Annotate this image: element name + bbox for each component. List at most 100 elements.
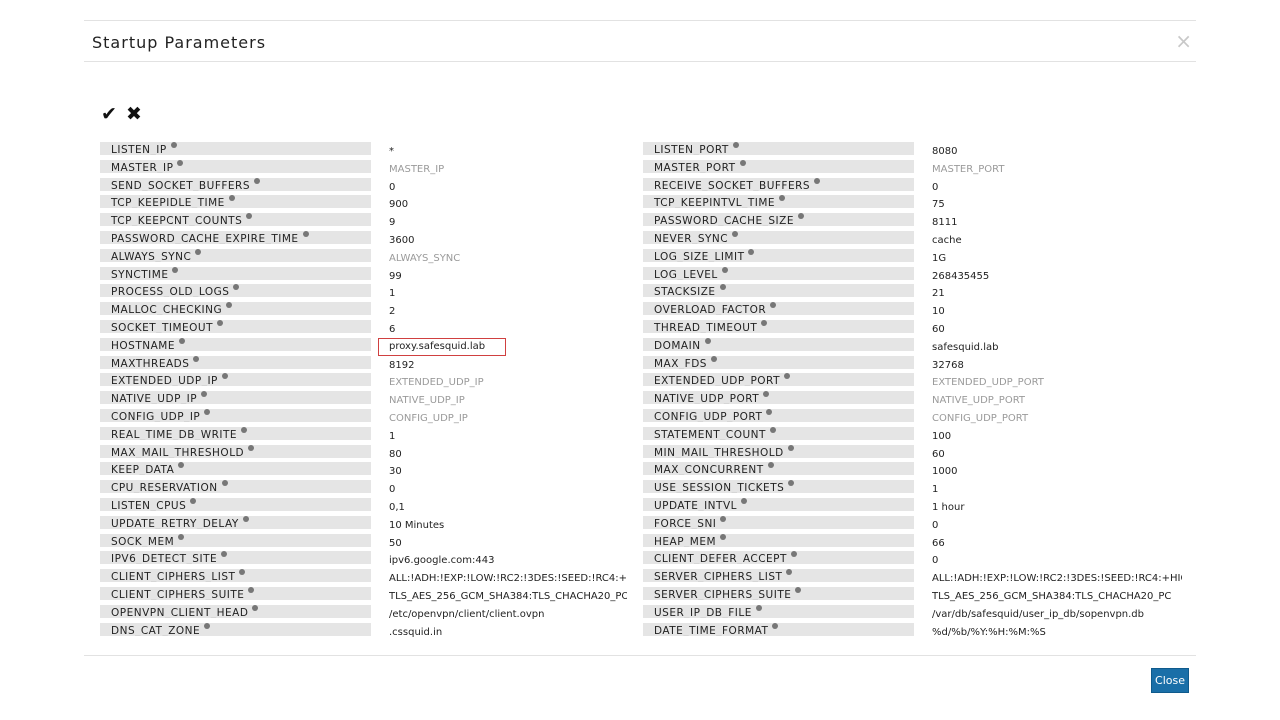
info-icon[interactable] [190, 497, 197, 504]
info-icon[interactable] [228, 195, 235, 202]
info-icon[interactable] [720, 515, 727, 522]
parameter-value[interactable]: 0 [932, 554, 1182, 568]
parameter-value[interactable]: 268435455 [932, 270, 1182, 284]
parameter-value[interactable]: 80 [389, 448, 627, 462]
info-icon[interactable] [242, 515, 249, 522]
parameter-value[interactable]: cache [932, 234, 1182, 248]
info-icon[interactable] [178, 337, 185, 344]
parameter-value[interactable]: CONFIG_UDP_PORT [932, 412, 1182, 426]
info-icon[interactable] [770, 302, 777, 309]
parameter-value[interactable]: .cssquid.in [389, 626, 627, 640]
parameter-value[interactable]: 30 [389, 465, 627, 479]
info-icon[interactable] [233, 284, 240, 291]
info-icon[interactable] [814, 177, 821, 184]
parameter-value[interactable]: 0 [932, 519, 1182, 533]
info-icon[interactable] [204, 622, 211, 629]
parameter-value[interactable]: 8192 [389, 359, 627, 373]
parameter-value[interactable]: 1 [389, 287, 627, 301]
info-icon[interactable] [732, 142, 739, 148]
parameter-value[interactable]: 1 [389, 430, 627, 444]
info-icon[interactable] [254, 177, 260, 184]
info-icon[interactable] [740, 497, 747, 504]
parameter-value[interactable]: 60 [932, 323, 1182, 337]
parameter-value[interactable]: 75 [932, 198, 1182, 212]
info-icon[interactable] [786, 569, 793, 576]
info-icon[interactable] [797, 213, 804, 220]
parameter-value[interactable]: EXTENDED_UDP_PORT [932, 376, 1182, 390]
info-icon[interactable] [739, 159, 746, 166]
parameter-value[interactable]: 60 [932, 448, 1182, 462]
parameter-value[interactable]: ALWAYS_SYNC [389, 252, 627, 266]
info-icon[interactable] [721, 266, 728, 273]
info-icon[interactable] [239, 569, 246, 576]
info-icon[interactable] [710, 355, 717, 362]
parameter-value[interactable]: NATIVE_UDP_IP [389, 394, 627, 408]
parameter-value[interactable]: NATIVE_UDP_PORT [932, 394, 1182, 408]
parameter-value[interactable]: 10 [932, 305, 1182, 319]
parameter-value[interactable]: 1000 [932, 465, 1182, 479]
parameter-value[interactable]: ipv6.google.com:443 [389, 554, 627, 568]
parameter-value[interactable]: 100 [932, 430, 1182, 444]
parameter-value[interactable]: 9 [389, 216, 627, 230]
cross-icon[interactable]: ✖ [126, 103, 142, 125]
info-icon[interactable] [248, 444, 255, 451]
info-icon[interactable] [787, 444, 794, 451]
parameter-value[interactable]: 0,1 [389, 501, 627, 515]
parameter-value[interactable]: 900 [389, 198, 627, 212]
parameter-value[interactable]: 1G [932, 252, 1182, 266]
parameter-value[interactable]: 1 hour [932, 501, 1182, 515]
parameter-value[interactable]: 1 [932, 483, 1182, 497]
info-icon[interactable] [732, 230, 739, 237]
info-icon[interactable] [170, 142, 177, 148]
info-icon[interactable] [704, 337, 711, 344]
info-icon[interactable] [193, 355, 200, 362]
parameter-value[interactable]: /etc/openvpn/client/client.ovpn [389, 608, 627, 622]
info-icon[interactable] [195, 248, 202, 255]
parameter-value[interactable]: ALL:!ADH:!EXP:!LOW:!RC2:!3DES:!SEED:!RC4… [932, 572, 1182, 586]
info-icon[interactable] [755, 604, 762, 611]
parameter-value[interactable]: 2 [389, 305, 627, 319]
info-icon[interactable] [769, 426, 776, 433]
info-icon[interactable] [766, 408, 773, 415]
parameter-value[interactable]: /var/db/safesquid/user_ip_db/sopenvpn.db [932, 608, 1182, 622]
parameter-value[interactable]: 6 [389, 323, 627, 337]
parameter-value[interactable]: EXTENDED_UDP_IP [389, 376, 627, 390]
hostname-input[interactable]: proxy.safesquid.lab [378, 337, 506, 356]
parameter-value[interactable]: * [389, 145, 627, 159]
info-icon[interactable] [790, 551, 797, 558]
info-icon[interactable] [748, 248, 755, 255]
parameter-value[interactable]: MASTER_PORT [932, 163, 1182, 177]
parameter-value[interactable]: 66 [932, 537, 1182, 551]
info-icon[interactable] [177, 159, 184, 166]
info-icon[interactable] [302, 230, 309, 237]
parameter-value[interactable]: 50 [389, 537, 627, 551]
info-icon[interactable] [241, 426, 248, 433]
parameter-value[interactable]: TLS_AES_256_GCM_SHA384:TLS_CHACHA20_PC [932, 590, 1182, 604]
parameter-value[interactable]: 10 Minutes [389, 519, 627, 533]
info-icon[interactable] [217, 319, 224, 326]
info-icon[interactable] [779, 195, 786, 202]
parameter-value[interactable]: 0 [389, 181, 627, 195]
parameter-value[interactable]: CONFIG_UDP_IP [389, 412, 627, 426]
parameter-value[interactable]: 8111 [932, 216, 1182, 230]
checkmark-icon[interactable]: ✔ [101, 103, 117, 125]
parameter-value[interactable]: %d/%b/%Y:%H:%M:%S [932, 626, 1182, 640]
info-icon[interactable] [788, 480, 795, 487]
info-icon[interactable] [795, 586, 802, 593]
info-icon[interactable] [720, 533, 727, 540]
info-icon[interactable] [772, 622, 779, 629]
info-icon[interactable] [172, 266, 179, 273]
info-icon[interactable] [226, 302, 233, 309]
info-icon[interactable] [204, 408, 211, 415]
info-icon[interactable] [767, 462, 774, 469]
info-icon[interactable] [252, 604, 259, 611]
info-icon[interactable] [784, 373, 790, 380]
parameter-value[interactable]: 32768 [932, 359, 1182, 373]
parameter-value[interactable]: 0 [389, 483, 627, 497]
close-button[interactable]: Close [1151, 668, 1189, 693]
info-icon[interactable] [178, 533, 185, 540]
info-icon[interactable] [221, 551, 228, 558]
parameter-value[interactable]: 8080 [932, 145, 1182, 159]
parameter-value[interactable]: 3600 [389, 234, 627, 248]
parameter-value[interactable]: MASTER_IP [389, 163, 627, 177]
